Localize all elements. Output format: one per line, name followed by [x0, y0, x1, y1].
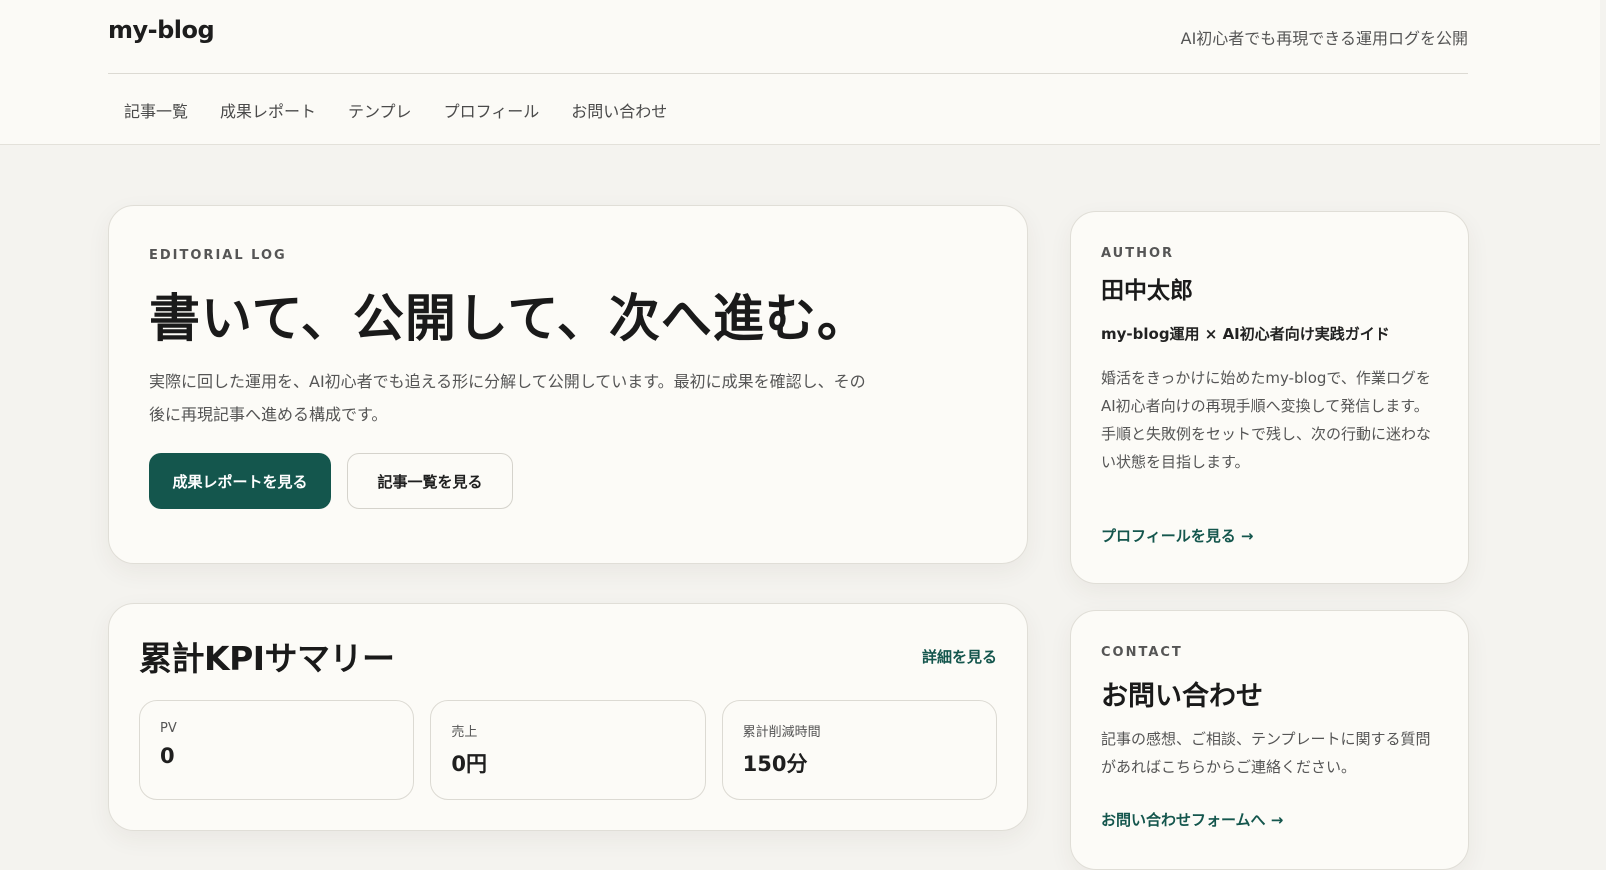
nav-item-profile[interactable]: プロフィール: [428, 98, 556, 122]
header-divider: [108, 73, 1468, 74]
kpi-item-pv: PV 0: [139, 700, 415, 800]
hero-eyebrow: EDITORIAL LOG: [149, 248, 287, 263]
nav-item-articles[interactable]: 記事一覧: [108, 98, 204, 122]
kpi-header: 累計KPIサマリー 詳細を見る: [139, 632, 997, 680]
nav-item-reports[interactable]: 成果レポート: [204, 98, 332, 122]
kpi-label: PV: [160, 721, 177, 736]
hero-actions: 成果レポートを見る 記事一覧を見る: [149, 453, 987, 509]
nav-item-templates[interactable]: テンプレ: [332, 98, 428, 122]
author-name: 田中太郎: [1101, 278, 1193, 304]
hero-title: 書いて、公開して、次へ進む。: [149, 290, 869, 349]
author-role: my-blog運用 × AI初心者向け実践ガイド: [1101, 325, 1390, 343]
contact-form-link[interactable]: お問い合わせフォームへ →: [1101, 809, 1283, 830]
author-bio: 婚活をきっかけに始めたmy-blogで、作業ログをAI初心者向けの再現手順へ変換…: [1101, 369, 1432, 471]
view-articles-button[interactable]: 記事一覧を見る: [347, 453, 513, 509]
kpi-label: 累計削減時間: [742, 725, 821, 740]
kpi-value: 0円: [451, 752, 487, 776]
site-header: my-blog AI初心者でも再現できる運用ログを公開 記事一覧 成果レポート …: [0, 0, 1606, 145]
site-tagline: AI初心者でも再現できる運用ログを公開: [1180, 29, 1468, 48]
profile-link[interactable]: プロフィールを見る →: [1101, 525, 1254, 546]
contact-title: お問い合わせ: [1101, 681, 1263, 712]
contact-card: CONTACT お問い合わせ 記事の感想、ご相談、テンプレートに関する質問があれ…: [1070, 610, 1469, 870]
kpi-item-time-saved: 累計削減時間 150分: [721, 700, 997, 800]
hero-description: 実際に回した運用を、AI初心者でも追える形に分解して公開しています。最初に成果を…: [149, 372, 866, 424]
author-card: AUTHOR 田中太郎 my-blog運用 × AI初心者向け実践ガイド 婚活を…: [1070, 211, 1469, 584]
kpi-summary-card: 累計KPIサマリー 詳細を見る PV 0 売上 0円 累計削減時間 150分: [108, 603, 1028, 831]
kpi-item-sales: 売上 0円: [430, 700, 706, 800]
kpi-title: 累計KPIサマリー: [139, 639, 395, 678]
nav-item-contact[interactable]: お問い合わせ: [555, 98, 683, 122]
view-reports-button[interactable]: 成果レポートを見る: [149, 453, 331, 509]
kpi-value: 0: [160, 744, 175, 768]
contact-eyebrow: CONTACT: [1101, 645, 1183, 660]
hero-card: EDITORIAL LOG 書いて、公開して、次へ進む。 実際に回した運用を、A…: [108, 205, 1028, 564]
author-eyebrow: AUTHOR: [1101, 246, 1175, 261]
contact-description: 記事の感想、ご相談、テンプレートに関する質問があればこちらからご連絡ください。: [1101, 730, 1431, 776]
main-nav: 記事一覧 成果レポート テンプレ プロフィール お問い合わせ: [108, 98, 683, 122]
kpi-label: 売上: [451, 725, 478, 740]
kpi-detail-link[interactable]: 詳細を見る: [922, 646, 997, 667]
scrollbar-track[interactable]: [1600, 0, 1606, 861]
kpi-grid: PV 0 売上 0円 累計削減時間 150分: [139, 700, 997, 800]
kpi-value: 150分: [742, 752, 808, 776]
site-brand[interactable]: my-blog: [108, 16, 215, 44]
